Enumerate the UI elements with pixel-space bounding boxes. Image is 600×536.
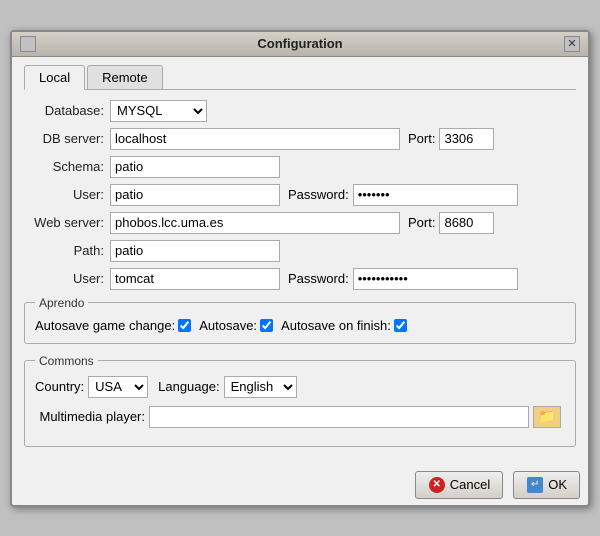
user2-password2-row: User: Password: (24, 268, 576, 290)
db-server-input[interactable] (110, 128, 400, 150)
autosave-game-group: Autosave game change: (35, 318, 191, 333)
window-title: Configuration (257, 36, 342, 51)
close-button[interactable]: ✕ (564, 36, 580, 52)
user-input[interactable] (110, 184, 280, 206)
multimedia-row: Multimedia player: 📁 (35, 406, 565, 428)
browse-button[interactable]: 📁 (533, 406, 561, 428)
aprendo-section: Aprendo Autosave game change: Autosave: … (24, 296, 576, 344)
footer: ✕ Cancel ↵ OK (12, 467, 588, 505)
language-select[interactable]: English Spanish French (224, 376, 297, 398)
tab-remote[interactable]: Remote (87, 65, 163, 89)
autosave-checkbox[interactable] (260, 319, 273, 332)
port-input[interactable] (439, 128, 494, 150)
main-content: Local Remote Database: MYSQL PostgreSQL … (12, 57, 588, 467)
autosave-finish-group: Autosave on finish: (281, 318, 407, 333)
cancel-label: Cancel (450, 477, 490, 492)
schema-input[interactable] (110, 156, 280, 178)
user-label: User: (24, 187, 104, 202)
aprendo-legend: Aprendo (35, 296, 88, 310)
user-password-row: User: Password: (24, 184, 576, 206)
autosave-group: Autosave: (199, 318, 273, 333)
country-select[interactable]: USA UK Spain (88, 376, 148, 398)
ok-icon: ↵ (526, 476, 544, 494)
cancel-button[interactable]: ✕ Cancel (415, 471, 503, 499)
language-label: Language: (158, 379, 219, 394)
password-input[interactable] (353, 184, 518, 206)
country-label: Country: (35, 379, 84, 394)
user2-label: User: (24, 271, 104, 286)
tab-local[interactable]: Local (24, 65, 85, 90)
password2-input[interactable] (353, 268, 518, 290)
title-bar: Configuration ✕ (12, 32, 588, 57)
multimedia-input[interactable] (149, 406, 529, 428)
multimedia-input-group: 📁 (149, 406, 561, 428)
ok-button[interactable]: ↵ OK (513, 471, 580, 499)
autosave-finish-label: Autosave on finish: (281, 318, 391, 333)
window-icon (20, 36, 36, 52)
aprendo-row: Autosave game change: Autosave: Autosave… (35, 318, 565, 333)
schema-row: Schema: (24, 156, 576, 178)
autosave-game-checkbox[interactable] (178, 319, 191, 332)
database-row: Database: MYSQL PostgreSQL SQLite (24, 100, 576, 122)
web-server-row: Web server: Port: (24, 212, 576, 234)
user2-input[interactable] (110, 268, 280, 290)
web-port-input[interactable] (439, 212, 494, 234)
path-row: Path: (24, 240, 576, 262)
configuration-window: Configuration ✕ Local Remote Database: M… (10, 30, 590, 507)
database-select[interactable]: MYSQL PostgreSQL SQLite (110, 100, 207, 122)
tab-bar: Local Remote (24, 65, 576, 90)
country-language-row: Country: USA UK Spain Language: English … (35, 376, 565, 398)
cancel-icon: ✕ (428, 476, 446, 494)
autosave-game-label: Autosave game change: (35, 318, 175, 333)
password-label: Password: (288, 187, 349, 202)
schema-label: Schema: (24, 159, 104, 174)
ok-label: OK (548, 477, 567, 492)
db-server-label: DB server: (24, 131, 104, 146)
autosave-label: Autosave: (199, 318, 257, 333)
password2-label: Password: (288, 271, 349, 286)
web-port-label: Port: (408, 215, 435, 230)
autosave-finish-checkbox[interactable] (394, 319, 407, 332)
path-input[interactable] (110, 240, 280, 262)
multimedia-label: Multimedia player: (35, 409, 145, 424)
path-label: Path: (24, 243, 104, 258)
db-server-row: DB server: Port: (24, 128, 576, 150)
commons-section: Commons Country: USA UK Spain Language: … (24, 354, 576, 447)
web-server-label: Web server: (24, 215, 104, 230)
database-label: Database: (24, 103, 104, 118)
web-server-input[interactable] (110, 212, 400, 234)
commons-legend: Commons (35, 354, 98, 368)
port-label: Port: (408, 131, 435, 146)
